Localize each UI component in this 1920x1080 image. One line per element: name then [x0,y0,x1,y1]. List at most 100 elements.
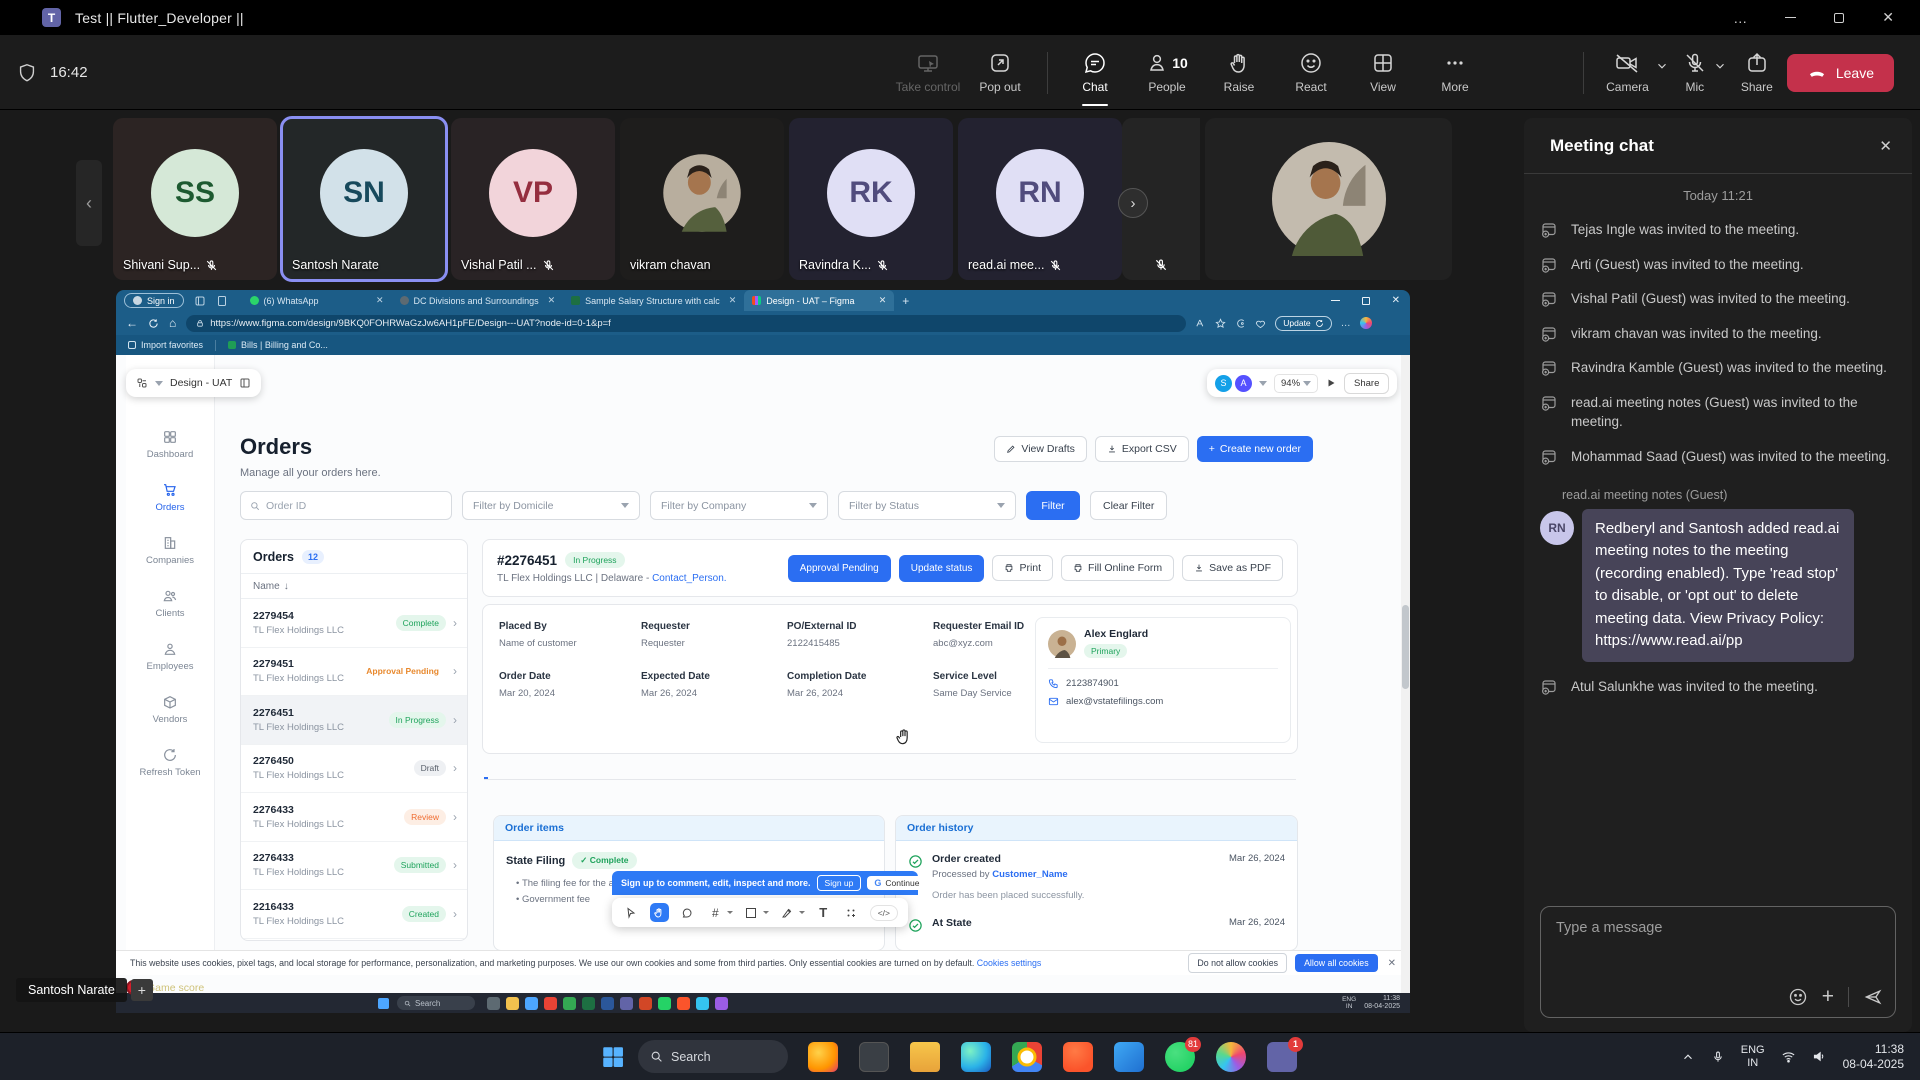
collaborator-avatar[interactable]: A [1235,375,1252,392]
pop-out-button[interactable]: Pop out [967,51,1033,94]
collaborator-avatar[interactable]: S [1215,375,1232,392]
sign-up-button[interactable]: Sign up [817,875,862,891]
google-continue-button[interactable]: GContinue [867,876,926,890]
participant-tile[interactable]: SS Shivani Sup... [113,118,277,280]
order-row[interactable]: 2279451 TL Flex Holdings LLC Approval Pe… [241,648,467,697]
chat-button[interactable]: Chat [1062,51,1128,94]
dev-mode-toggle[interactable]: </> [870,905,898,921]
approval-pending-button[interactable]: Approval Pending [788,555,891,582]
shared-taskbar-app-icon[interactable] [582,997,595,1010]
send-icon[interactable] [1863,987,1883,1007]
cookie-close-icon[interactable]: ✕ [1388,958,1396,969]
minimize-button[interactable] [1785,17,1796,18]
sidebar-item-refresh-token[interactable]: Refresh Token [126,747,214,778]
resources-tool-icon[interactable] [842,903,861,922]
import-favorites-button[interactable]: Import favorites [128,340,203,350]
browser-tab[interactable]: Design - UAT – Figma ✕ [744,290,894,311]
filter-status-dropdown[interactable]: Filter by Status [838,491,1016,520]
detail-tab[interactable] [604,769,608,779]
contact-phone[interactable]: 2123874901 [1048,678,1278,689]
taskbar-app-icon[interactable] [1012,1042,1042,1072]
save-as-pdf-button[interactable]: Save as PDF [1182,555,1283,581]
contact-person-link[interactable]: Contact_Person. [652,573,727,584]
move-tool-icon[interactable] [622,903,641,922]
chat-messages[interactable]: Today 11:21 Tejas Ingle was invited to t… [1524,174,1912,896]
shared-taskbar-app-icon[interactable] [506,997,519,1010]
clear-filter-button[interactable]: Clear Filter [1090,491,1167,520]
order-id-search[interactable] [240,491,452,520]
react-button[interactable]: React [1278,51,1344,94]
taskbar-clock[interactable]: 11:3808-04-2025 [1843,1042,1904,1072]
taskbar-app-icon[interactable] [808,1042,838,1072]
order-row[interactable]: 2276433 TL Flex Holdings LLC Submitted › [241,842,467,891]
raise-hand-button[interactable]: Raise [1206,51,1272,94]
participant-tile[interactable]: vikram chavan [620,118,784,280]
chevron-down-icon[interactable] [763,911,769,914]
tiles-scroll-left-button[interactable]: ‹ [76,160,102,246]
figma-file-pill[interactable]: Design - UAT [126,369,261,397]
filter-domicile-dropdown[interactable]: Filter by Domicile [462,491,640,520]
contact-email[interactable]: alex@vstatefilings.com [1048,696,1278,707]
browser-more-icon[interactable]: … [1341,318,1351,329]
allow-cookies-button[interactable]: Allow all cookies [1295,954,1378,972]
leave-button[interactable]: Leave [1787,54,1894,92]
order-row[interactable]: 2279454 TL Flex Holdings LLC Complete › [241,599,467,648]
order-row[interactable]: 2276450 TL Flex Holdings LLC Draft › [241,745,467,794]
vertical-tabs-icon[interactable] [216,295,228,307]
shared-taskbar-app-icon[interactable] [544,997,557,1010]
shared-taskbar-app-icon[interactable] [696,997,709,1010]
taskbar-app-icon[interactable] [859,1042,889,1072]
participant-tile[interactable]: RK Ravindra K... [789,118,953,280]
attach-plus-icon[interactable]: + [1822,988,1834,1006]
order-row[interactable]: 2276451 TL Flex Holdings LLC In Progress… [241,696,467,745]
browser-tab[interactable]: (6) WhatsApp ✕ [242,290,392,311]
language-indicator[interactable]: ENGIN [1741,1044,1765,1070]
chevron-down-icon[interactable] [727,911,733,914]
taskbar-app-icon[interactable] [910,1042,940,1072]
taskbar-app-icon[interactable] [1216,1042,1246,1072]
comment-tool-icon[interactable] [678,903,697,922]
text-tool-icon[interactable]: T [814,903,833,922]
update-button[interactable]: Update [1275,316,1331,331]
more-button[interactable]: More [1422,51,1488,94]
layout-panel-icon[interactable] [239,377,251,389]
browser-signin-button[interactable]: Sign in [124,293,184,308]
customer-name-link[interactable]: Customer_Name [992,869,1068,880]
view-drafts-button[interactable]: View Drafts [994,436,1087,462]
copilot-icon[interactable] [1360,317,1372,329]
tab-close-icon[interactable]: ✕ [544,295,556,306]
read-aloud-icon[interactable] [1195,318,1206,329]
present-icon[interactable] [1325,377,1337,389]
detail-tab[interactable] [556,769,560,779]
tab-actions-icon[interactable] [194,295,206,307]
message-compose-box[interactable]: Type a message + [1540,906,1896,1018]
detail-tab[interactable] [628,769,632,779]
volume-icon[interactable] [1812,1049,1827,1064]
browser-essentials-icon[interactable] [1235,318,1246,329]
shared-taskbar-app-icon[interactable] [563,997,576,1010]
close-button[interactable]: ✕ [1882,9,1894,26]
sidebar-item-dashboard[interactable]: Dashboard [126,429,214,460]
maximize-button[interactable] [1834,13,1844,23]
new-tab-button[interactable]: + [902,294,909,308]
figma-share-button[interactable]: Share [1344,373,1389,394]
url-field[interactable]: https://www.figma.com/design/9BKQ0FOHRWa… [186,315,1186,332]
chevron-down-icon[interactable] [1259,381,1267,386]
taskbar-app-icon[interactable] [1063,1042,1093,1072]
detail-tab[interactable] [652,769,656,779]
taskbar-app-icon[interactable]: 81 [1165,1042,1195,1072]
tiles-scroll-right-button[interactable]: › [1118,188,1148,218]
chevron-down-icon[interactable] [799,911,805,914]
hand-tool-icon[interactable] [650,903,669,922]
shared-taskbar-app-icon[interactable] [525,997,538,1010]
edge-maximize-button[interactable] [1362,297,1370,305]
back-icon[interactable]: ← [126,316,138,330]
sidebar-item-vendors[interactable]: Vendors [126,694,214,725]
titlebar-overflow-icon[interactable]: … [1733,10,1747,26]
sidebar-item-companies[interactable]: Companies [126,535,214,566]
shared-clock[interactable]: 11:3808-04-2025 [1364,995,1400,1011]
browser-tab[interactable]: Sample Salary Structure with calc ✕ [563,290,744,311]
edge-close-button[interactable]: ✕ [1392,295,1400,306]
sidebar-item-orders[interactable]: Orders [126,482,214,513]
chat-close-icon[interactable]: ✕ [1879,137,1892,155]
